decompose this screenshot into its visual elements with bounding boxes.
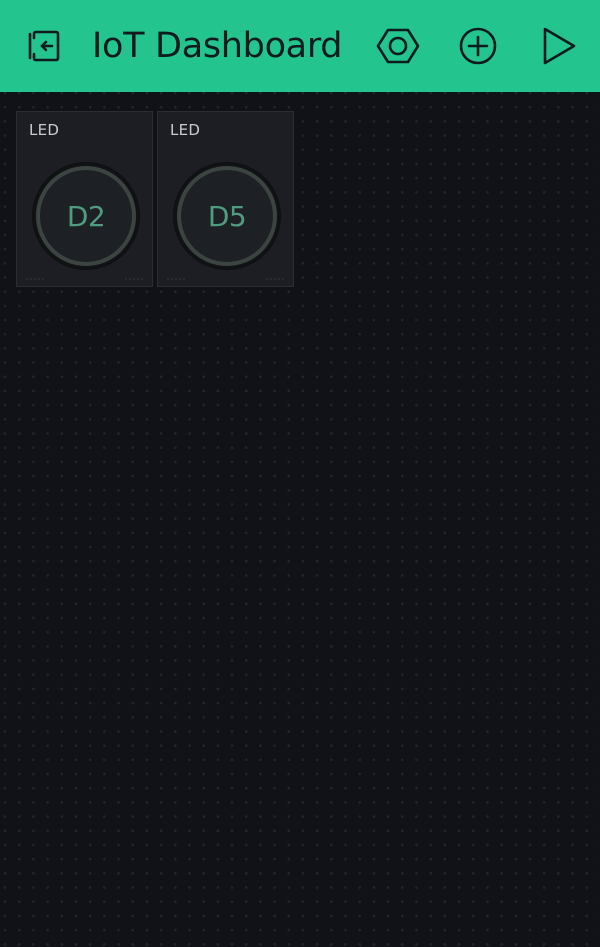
page-title: IoT Dashboard — [92, 26, 343, 66]
led-ring: D5 — [177, 166, 277, 266]
resize-grip-right[interactable] — [265, 278, 285, 280]
led-pin-label: D5 — [207, 199, 247, 233]
settings-hexagon-icon[interactable] — [374, 22, 422, 70]
resize-grip-left[interactable] — [166, 278, 186, 280]
led-pin-label: D2 — [66, 199, 106, 233]
led-widget-d2[interactable]: LED D2 — [16, 111, 153, 287]
resize-grip-left[interactable] — [25, 278, 45, 280]
widget-canvas[interactable]: LED D2 LED D5 — [0, 92, 600, 947]
led-indicator: D2 — [32, 162, 140, 270]
resize-grip-right[interactable] — [124, 278, 144, 280]
widget-label: LED — [170, 121, 201, 139]
add-widget-icon[interactable] — [454, 22, 502, 70]
led-ring: D2 — [36, 166, 136, 266]
play-icon[interactable] — [534, 22, 582, 70]
led-indicator: D5 — [173, 162, 281, 270]
top-bar: IoT Dashboard — [0, 0, 600, 92]
widget-label: LED — [29, 121, 60, 139]
exit-door-icon[interactable] — [20, 22, 68, 70]
led-widget-d5[interactable]: LED D5 — [157, 111, 294, 287]
